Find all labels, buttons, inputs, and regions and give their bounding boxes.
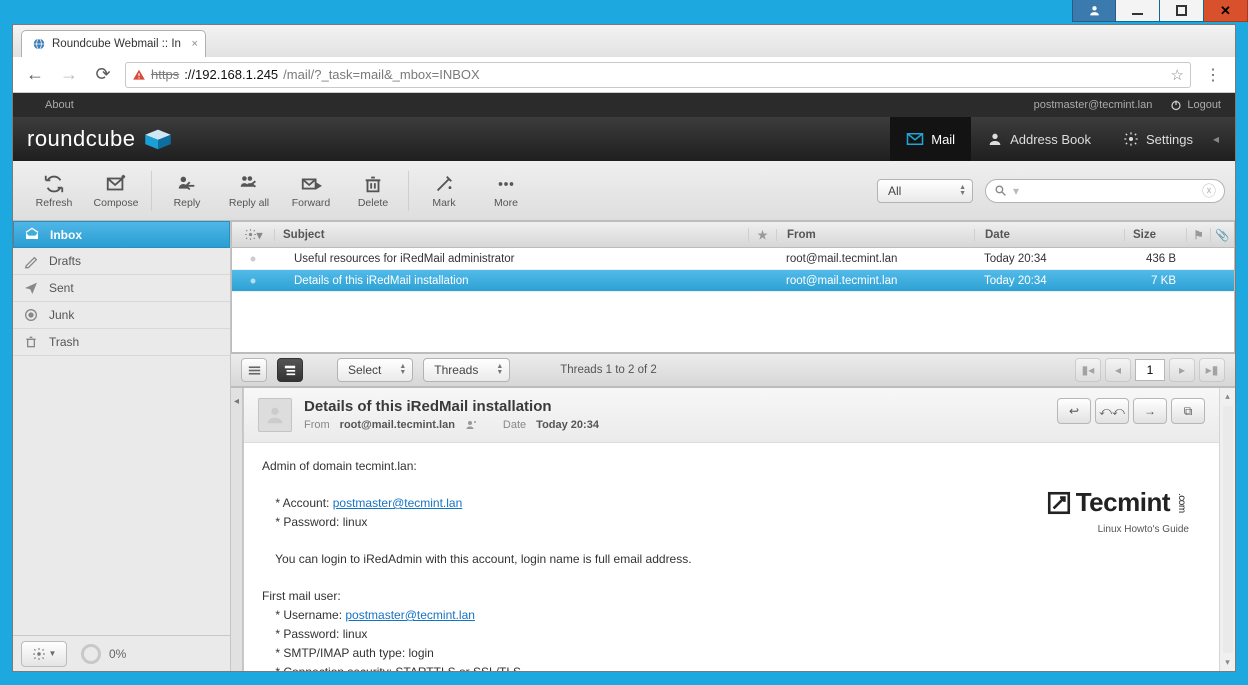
logout-link[interactable]: Logout [1170,99,1221,111]
search-icon [994,184,1007,197]
url-host: ://192.168.1.245 [184,67,278,82]
folder-trash[interactable]: Trash [13,329,230,356]
message-body: Admin of domain tecmint.lan: * Account: … [244,443,1219,671]
mark-button[interactable]: Mark [413,173,475,209]
insecure-warning-icon [132,68,146,82]
threads-dropdown[interactable]: Threads▲▼ [423,358,510,382]
delete-button[interactable]: Delete [342,173,404,209]
browser-tab[interactable]: Roundcube Webmail :: In × [21,30,206,57]
tab-close-icon[interactable]: × [191,38,197,50]
reply-all-button[interactable]: Reply all [218,173,280,209]
preview-from: root@mail.tecmint.lan [340,419,455,431]
list-options-button[interactable]: ▾ [232,228,274,242]
more-button[interactable]: More [475,173,537,209]
window-user-button[interactable] [1072,0,1116,22]
nav-settings-tab[interactable]: Settings [1107,117,1209,161]
watermark: Tecmint.com Linux Howto's Guide [1046,483,1189,537]
person-icon [987,131,1003,147]
folder-junk[interactable]: Junk [13,302,230,329]
address-bar[interactable]: https ://192.168.1.245/mail/?_task=mail&_… [125,62,1191,88]
body-link[interactable]: postmaster@tecmint.lan [345,608,475,622]
window-close-button[interactable]: ✕ [1204,0,1248,22]
preview-subject: Details of this iRedMail installation [304,398,599,415]
header-caret-icon[interactable]: ◂ [1209,132,1221,146]
folder-settings-button[interactable]: ▼ [21,641,67,667]
message-list-header: ▾ Subject ★ From Date Size ⚑ 📎 [232,222,1234,248]
search-input[interactable] [1025,184,1196,198]
bookmark-star-icon[interactable]: ☆ [1171,66,1184,84]
refresh-button[interactable]: Refresh [23,173,85,209]
col-date[interactable]: Date [974,229,1124,241]
col-flag[interactable]: ⚑ [1186,228,1210,242]
page-next-button[interactable]: ▸ [1169,358,1195,382]
folder-drafts[interactable]: Drafts [13,248,230,275]
logo-cube-icon [141,125,175,153]
col-attach[interactable]: 📎 [1210,228,1234,242]
reply-button[interactable]: Reply [156,173,218,209]
browser-menu-button[interactable]: ⋮ [1201,65,1225,85]
nav-mail-tab[interactable]: Mail [890,117,971,161]
url-scheme: https [151,67,179,82]
msg-reply-all-button[interactable]: ⤺⤺ [1095,398,1129,424]
about-link[interactable]: About [45,99,74,111]
gear-icon [32,647,46,661]
page-last-button[interactable]: ▸▮ [1199,358,1225,382]
add-contact-icon[interactable] [465,419,477,431]
current-user-label: postmaster@tecmint.lan [1034,99,1153,111]
tab-title: Roundcube Webmail :: In [52,38,181,50]
quota-display: 0% [81,644,126,664]
list-mode-list-button[interactable] [241,358,267,382]
page-prev-button[interactable]: ◂ [1105,358,1131,382]
page-first-button[interactable]: ▮◂ [1075,358,1101,382]
msg-reply-button[interactable]: ↩ [1057,398,1091,424]
window-minimize-button[interactable] [1116,0,1160,22]
msg-forward-button[interactable]: → [1133,398,1167,424]
search-input-container[interactable]: ▾ ⓧ [985,179,1225,203]
compose-button[interactable]: Compose [85,173,147,209]
preview-date: Today 20:34 [536,419,599,431]
sender-avatar [258,398,292,432]
folder-sent[interactable]: Sent [13,275,230,302]
app-logo: roundcube [27,125,175,153]
msg-popout-button[interactable]: ⧉ [1171,398,1205,424]
search-clear-icon[interactable]: ⓧ [1202,181,1216,201]
window-maximize-button[interactable] [1160,0,1204,22]
nav-reload-button[interactable]: ⟳ [91,63,115,87]
body-link[interactable]: postmaster@tecmint.lan [333,496,463,510]
message-row[interactable]: • Useful resources for iRedMail administ… [232,248,1234,270]
select-dropdown[interactable]: Select▲▼ [337,358,413,382]
folder-inbox[interactable]: Inbox [13,221,230,248]
nav-back-button[interactable]: ← [23,63,47,87]
preview-scrollbar[interactable]: ▴▾ [1219,388,1235,671]
favicon-icon [32,37,46,51]
power-icon [1170,99,1182,111]
col-from[interactable]: From [776,229,974,241]
message-row[interactable]: • Details of this iRedMail installation … [232,270,1234,292]
forward-button[interactable]: Forward [280,173,342,209]
nav-addressbook-tab[interactable]: Address Book [971,117,1107,161]
quota-wheel-icon [81,644,101,664]
col-subject[interactable]: Subject [274,229,748,241]
col-size[interactable]: Size [1124,229,1186,241]
gear-icon [1123,131,1139,147]
filter-select[interactable]: All ▲▼ [877,179,973,203]
list-mode-thread-button[interactable] [277,358,303,382]
url-path: /mail/?_task=mail&_mbox=INBOX [283,67,480,82]
preview-collapse-handle[interactable]: ◂ [231,388,243,671]
nav-forward-button[interactable]: → [57,63,81,87]
col-star[interactable]: ★ [748,228,776,242]
page-number-input[interactable] [1135,359,1165,381]
pager-status: Threads 1 to 2 of 2 [560,364,657,376]
mail-icon [906,132,924,146]
